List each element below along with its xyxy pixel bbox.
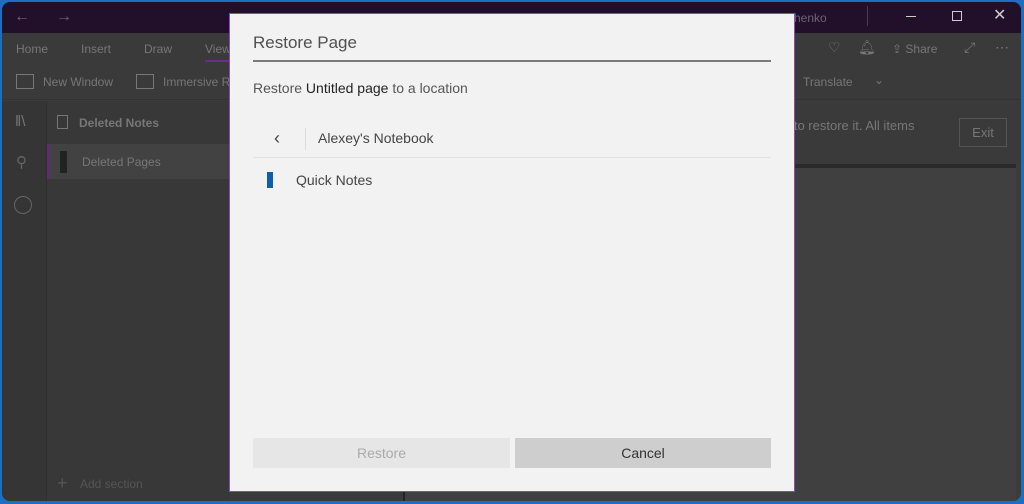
section-item-deleted-pages[interactable]: Deleted Pages bbox=[47, 144, 230, 179]
restore-page-dialog: Restore Page Restore Untitled page to a … bbox=[229, 13, 795, 492]
info-text: n to restore it. All items bbox=[783, 118, 915, 133]
divider bbox=[305, 128, 306, 150]
lightbulb-icon[interactable]: ♡ bbox=[828, 39, 841, 56]
section-label: Deleted Pages bbox=[82, 155, 161, 169]
notebook-name: Alexey's Notebook bbox=[318, 130, 434, 146]
dialog-message: Restore Untitled page to a location bbox=[253, 80, 468, 96]
new-window-button[interactable]: New Window bbox=[43, 75, 113, 89]
dialog-title: Restore Page bbox=[253, 33, 357, 52]
location-item-quick-notes[interactable]: Quick Notes bbox=[253, 166, 771, 196]
bell-icon[interactable]: 🔔︎ bbox=[858, 39, 876, 56]
trash-icon bbox=[57, 115, 68, 129]
add-section-button[interactable]: Add section bbox=[80, 477, 143, 491]
search-icon[interactable]: ⚲ bbox=[16, 153, 27, 171]
message-prefix: Restore bbox=[253, 80, 306, 96]
divider bbox=[867, 6, 868, 26]
cancel-button[interactable]: Cancel bbox=[515, 438, 771, 468]
message-suffix: to a location bbox=[388, 80, 468, 96]
maximize-button[interactable] bbox=[952, 11, 962, 21]
location-breadcrumb: ‹ Alexey's Notebook bbox=[253, 123, 771, 158]
back-chevron-button[interactable]: ‹ bbox=[274, 128, 280, 149]
sections-panel: Deleted Notes Deleted Pages + Add sectio… bbox=[47, 101, 230, 501]
tab-draw[interactable]: Draw bbox=[144, 42, 172, 56]
chevron-down-icon[interactable]: ⌄ bbox=[874, 73, 884, 87]
expand-icon[interactable]: ⤢ bbox=[964, 39, 975, 56]
nav-rail: ‖\ ⚲ bbox=[2, 101, 47, 501]
section-color-icon bbox=[267, 172, 273, 188]
tab-home[interactable]: Home bbox=[16, 42, 48, 56]
tab-view[interactable]: View bbox=[205, 42, 231, 62]
close-button[interactable]: ✕ bbox=[993, 5, 1006, 25]
page-name: Untitled page bbox=[305, 80, 389, 96]
forward-button[interactable]: → bbox=[56, 8, 72, 26]
notebooks-icon[interactable]: ‖\ bbox=[15, 113, 25, 130]
new-window-icon bbox=[16, 74, 34, 89]
location-label: Quick Notes bbox=[296, 172, 373, 188]
exit-button[interactable]: Exit bbox=[959, 118, 1007, 147]
section-tab-icon bbox=[60, 151, 67, 173]
more-icon[interactable]: ⋯ bbox=[995, 39, 1009, 56]
deleted-notes-header: Deleted Notes bbox=[79, 116, 160, 130]
immersive-reader-icon bbox=[136, 74, 154, 89]
restore-button[interactable]: Restore bbox=[253, 438, 510, 468]
account-name: henko bbox=[794, 11, 827, 25]
immersive-reader-button[interactable]: Immersive R bbox=[163, 75, 230, 89]
plus-icon: + bbox=[57, 473, 68, 493]
share-button[interactable]: ⇪ Share bbox=[892, 42, 937, 56]
translate-button[interactable]: Translate bbox=[803, 75, 853, 89]
back-button[interactable]: ← bbox=[14, 8, 30, 26]
share-label: Share bbox=[905, 42, 938, 56]
recent-icon[interactable] bbox=[14, 196, 32, 214]
tab-insert[interactable]: Insert bbox=[81, 42, 111, 56]
minimize-button[interactable] bbox=[906, 16, 916, 17]
title-divider bbox=[253, 60, 771, 62]
